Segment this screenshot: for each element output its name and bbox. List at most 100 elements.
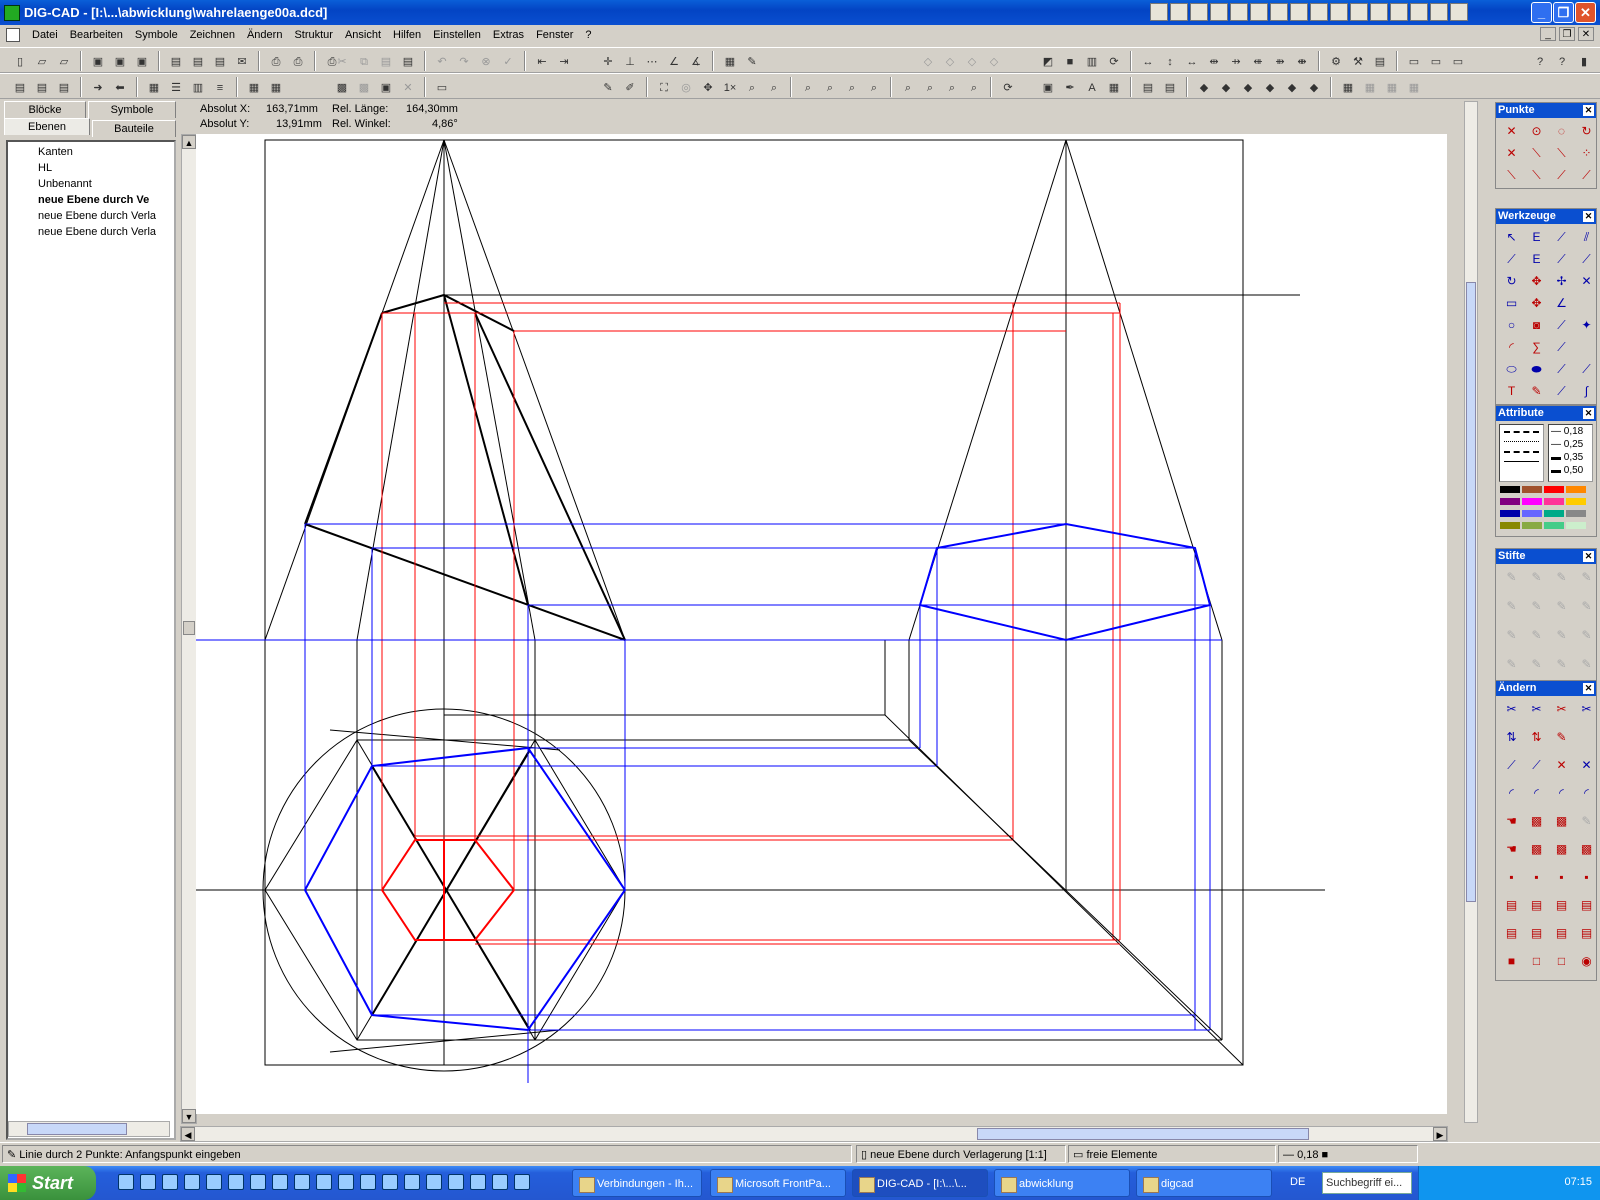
color-swatch[interactable] bbox=[1500, 510, 1520, 517]
pen-4-icon[interactable]: ✎ bbox=[1575, 567, 1598, 587]
cad-drawing[interactable] bbox=[196, 134, 1447, 1114]
line-width-option[interactable]: ▬ 0,35 bbox=[1549, 451, 1592, 464]
tab-symbole[interactable]: Symbole bbox=[88, 101, 176, 118]
quick-launch-icon[interactable] bbox=[162, 1174, 178, 1190]
modify-20-icon[interactable]: ☚ bbox=[1500, 839, 1523, 859]
new-file-icon[interactable]: ▯ bbox=[10, 51, 30, 71]
menu-zeichnen[interactable]: Zeichnen bbox=[184, 29, 241, 41]
3d-chart-icon[interactable]: ▥ bbox=[1082, 51, 1102, 71]
layer-copy-icon[interactable]: ▤ bbox=[32, 77, 52, 97]
canvas-hscrollbar[interactable]: ◀ ▶ bbox=[180, 1126, 1448, 1142]
block-insert-icon[interactable]: ◇ bbox=[962, 51, 982, 71]
quick-launch-icon[interactable] bbox=[448, 1174, 464, 1190]
pen-3-icon[interactable]: ✎ bbox=[1550, 567, 1573, 587]
text-icon[interactable]: T bbox=[1500, 381, 1523, 401]
task-button[interactable]: digcad bbox=[1136, 1169, 1272, 1197]
line-width-option[interactable]: — 0,25 bbox=[1549, 438, 1592, 451]
part-5-icon[interactable]: ◆ bbox=[1282, 77, 1302, 97]
eyedropper-icon[interactable]: ✒ bbox=[1060, 77, 1080, 97]
color-swatch[interactable] bbox=[1544, 510, 1564, 517]
color-swatch[interactable] bbox=[1522, 498, 1542, 505]
help-icon[interactable]: ? bbox=[1552, 51, 1572, 71]
zoom-6-icon[interactable]: ⌕ bbox=[920, 77, 940, 97]
modify-29-icon[interactable]: ▤ bbox=[1525, 895, 1548, 915]
quick-icon[interactable] bbox=[1370, 3, 1388, 21]
zoom-1-icon[interactable]: ⌕ bbox=[798, 77, 818, 97]
fillet-icon[interactable]: ⟋ bbox=[1550, 381, 1573, 401]
quick-launch-icon[interactable] bbox=[382, 1174, 398, 1190]
task-button[interactable]: Verbindungen - Ih... bbox=[572, 1169, 702, 1197]
language-indicator[interactable]: DE bbox=[1290, 1176, 1305, 1188]
layer-item[interactable]: Kanten bbox=[38, 146, 174, 162]
modify-22-icon[interactable]: ▩ bbox=[1550, 839, 1573, 859]
modify-38-icon[interactable]: □ bbox=[1550, 951, 1573, 971]
quick-launch-icon[interactable] bbox=[272, 1174, 288, 1190]
zoom-7-icon[interactable]: ⌕ bbox=[942, 77, 962, 97]
measure-icon[interactable]: ▭ bbox=[432, 77, 452, 97]
point-grid-icon[interactable]: ⁘ bbox=[1575, 143, 1598, 163]
modify-16-icon[interactable]: ☚ bbox=[1500, 811, 1523, 831]
modify-6-icon[interactable]: ⇅ bbox=[1525, 727, 1548, 747]
dimension-4-icon[interactable]: ⇹ bbox=[1204, 51, 1224, 71]
zoom-8-icon[interactable]: ⌕ bbox=[964, 77, 984, 97]
modify-10-icon[interactable]: ✕ bbox=[1550, 755, 1573, 775]
arrow-right-icon[interactable]: ➜ bbox=[88, 77, 108, 97]
quick-icon[interactable] bbox=[1310, 3, 1328, 21]
line-width-option[interactable]: ▬ 0,50 bbox=[1549, 464, 1592, 477]
quick-launch-icon[interactable] bbox=[250, 1174, 266, 1190]
confirm-icon[interactable]: ✓ bbox=[498, 51, 518, 71]
scale-icon[interactable]: ✥ bbox=[1525, 293, 1548, 313]
modify-28-icon[interactable]: ▤ bbox=[1500, 895, 1523, 915]
layer-ungroup-icon[interactable]: ▦ bbox=[266, 77, 286, 97]
quick-launch-icon[interactable] bbox=[338, 1174, 354, 1190]
extend-icon[interactable]: ⟋ bbox=[1550, 359, 1573, 379]
structure-2-icon[interactable]: ▦ bbox=[1360, 77, 1380, 97]
layer-icon[interactable]: ▦ bbox=[720, 51, 740, 71]
modify-39-icon[interactable]: ◉ bbox=[1575, 951, 1598, 971]
modify-26-icon[interactable]: ▪ bbox=[1550, 867, 1573, 887]
arc-point-icon[interactable]: ↻ bbox=[1575, 121, 1598, 141]
ellipse-icon[interactable]: ⬭ bbox=[1500, 359, 1523, 379]
properties-icon[interactable]: ▣ bbox=[1038, 77, 1058, 97]
tools-icon[interactable]: ⚙ bbox=[1326, 51, 1346, 71]
modify-7-icon[interactable]: ✎ bbox=[1550, 727, 1573, 747]
spline-icon[interactable]: ∫ bbox=[1575, 381, 1598, 401]
pen-7-icon[interactable]: ✎ bbox=[1550, 596, 1573, 616]
tree-hscrollbar[interactable] bbox=[8, 1121, 170, 1137]
zoom-5-icon[interactable]: ⌕ bbox=[898, 77, 918, 97]
part-1-icon[interactable]: ◆ bbox=[1194, 77, 1214, 97]
pen-9-icon[interactable]: ✎ bbox=[1500, 625, 1523, 645]
edit-2-icon[interactable]: E bbox=[1525, 249, 1548, 269]
quick-launch-icon[interactable] bbox=[228, 1174, 244, 1190]
quick-launch-icon[interactable] bbox=[360, 1174, 376, 1190]
zoom-4-icon[interactable]: ⌕ bbox=[864, 77, 884, 97]
part-4-icon[interactable]: ◆ bbox=[1260, 77, 1280, 97]
move-icon[interactable]: ✥ bbox=[1525, 271, 1548, 291]
pen-12-icon[interactable]: ✎ bbox=[1575, 625, 1598, 645]
window-icon[interactable]: ▭ bbox=[1404, 51, 1424, 71]
select-icon[interactable]: ▩ bbox=[332, 77, 352, 97]
bisector-icon[interactable]: ∠ bbox=[1550, 293, 1573, 313]
save-as-icon[interactable]: ▣ bbox=[110, 51, 130, 71]
line-icon[interactable]: ⟋ bbox=[1550, 227, 1573, 247]
quick-icon[interactable] bbox=[1330, 3, 1348, 21]
menu-aendern[interactable]: Ändern bbox=[241, 29, 288, 41]
deselect-icon[interactable]: ✕ bbox=[398, 77, 418, 97]
layer-move-icon[interactable]: ▤ bbox=[54, 77, 74, 97]
redo-icon[interactable]: ↷ bbox=[454, 51, 474, 71]
color-swatch[interactable] bbox=[1544, 522, 1564, 529]
quick-launch-icon[interactable] bbox=[404, 1174, 420, 1190]
hammer-icon[interactable]: ⚒ bbox=[1348, 51, 1368, 71]
color-swatch[interactable] bbox=[1566, 498, 1586, 505]
menu-symbole[interactable]: Symbole bbox=[129, 29, 184, 41]
table-icon[interactable]: ▤ bbox=[1370, 51, 1390, 71]
color-swatch[interactable] bbox=[1544, 498, 1564, 505]
modify-35-icon[interactable]: ▤ bbox=[1575, 923, 1598, 943]
window-split-icon[interactable]: ▭ bbox=[1426, 51, 1446, 71]
quick-icon[interactable] bbox=[1390, 3, 1408, 21]
symbol-2-icon[interactable]: ▤ bbox=[1160, 77, 1180, 97]
trim-icon[interactable]: ⟋ bbox=[1550, 337, 1573, 357]
mdi-restore-button[interactable]: ❐ bbox=[1559, 27, 1575, 41]
menu-ansicht[interactable]: Ansicht bbox=[339, 29, 387, 41]
mdi-minimize-button[interactable]: _ bbox=[1540, 27, 1556, 41]
